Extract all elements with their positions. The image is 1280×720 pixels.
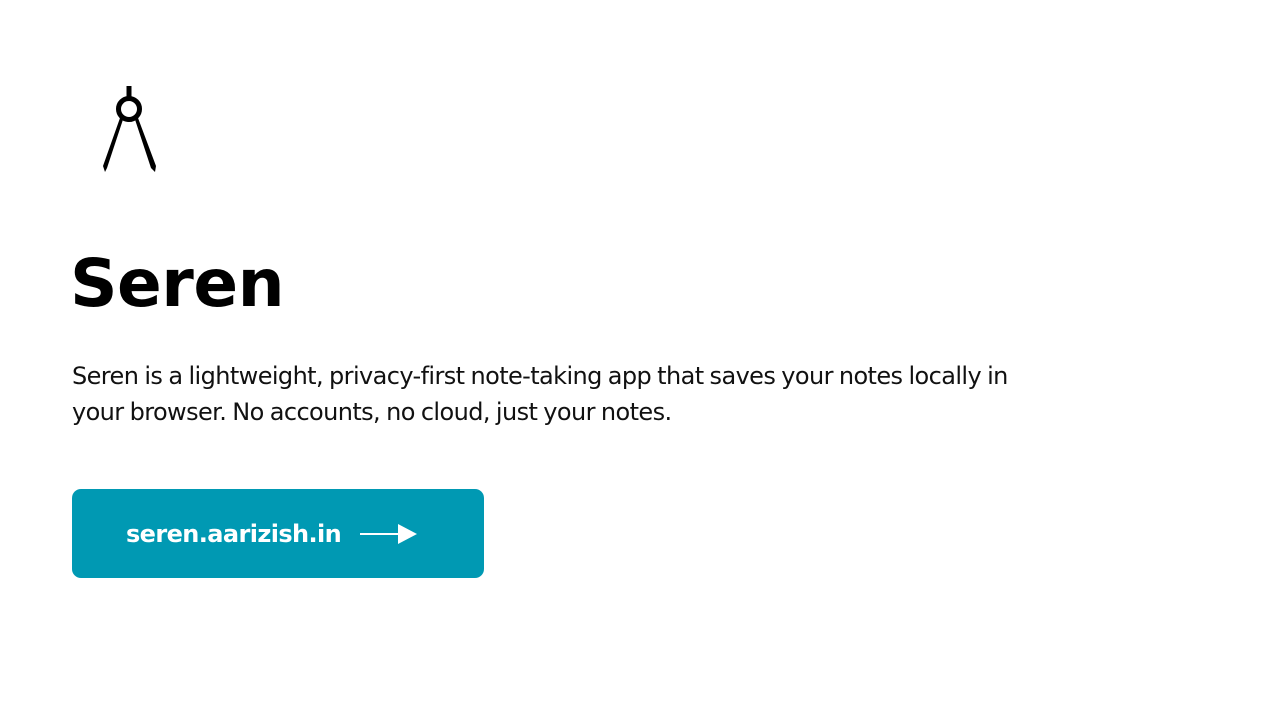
visit-site-label: seren.aarizish.in [126, 519, 342, 548]
page-title: Seren [70, 245, 285, 322]
app-description: Seren is a lightweight, privacy-first no… [72, 362, 1008, 426]
visit-site-button[interactable]: seren.aarizish.in [72, 489, 484, 578]
arrow-right-icon [360, 523, 418, 544]
landing-page: Seren Seren is a lightweight, privacy-fi… [0, 0, 1280, 720]
drafting-compass-icon [100, 84, 160, 176]
